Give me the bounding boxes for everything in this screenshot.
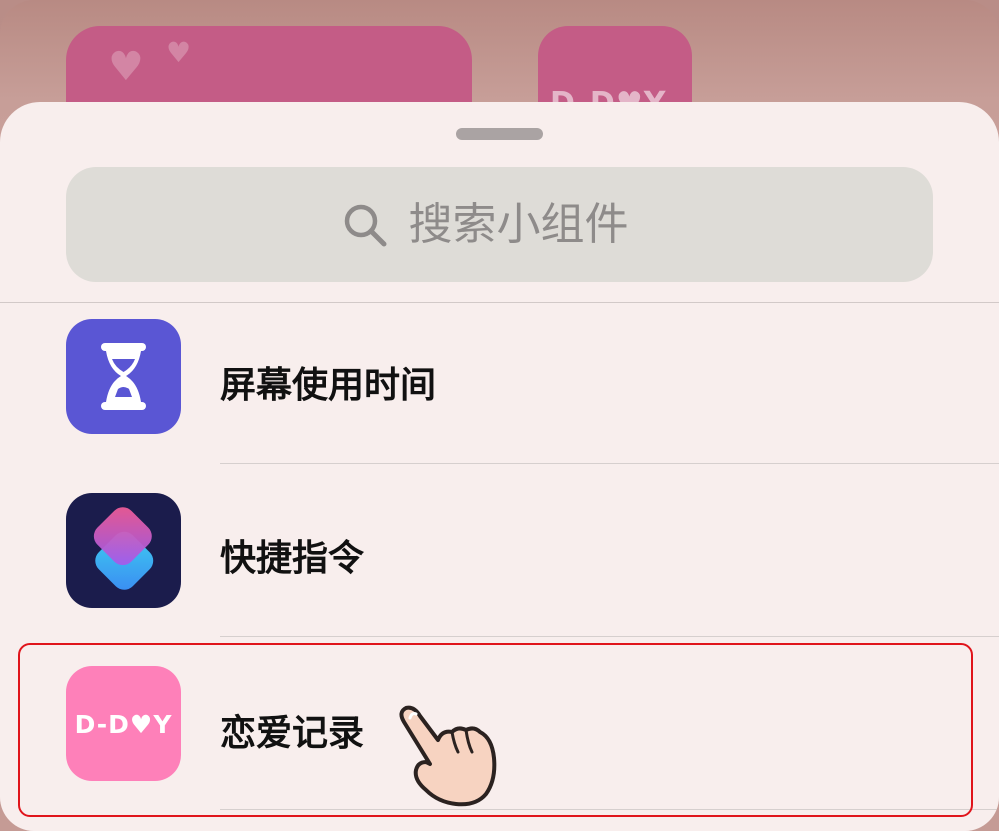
widget-row-screen-time[interactable]: 屏幕使用时间: [0, 304, 999, 476]
search-input[interactable]: [408, 199, 659, 250]
heart-decoration-icon: ♥: [166, 36, 192, 69]
sheet-grabber[interactable]: [456, 128, 543, 140]
shortcuts-icon: [66, 493, 181, 608]
search-bar[interactable]: [66, 167, 933, 282]
row-divider: [220, 636, 999, 637]
search-icon: [344, 204, 386, 246]
widget-name: 快捷指令: [220, 538, 365, 579]
divider: [0, 302, 999, 303]
screen: ♥ ♥ D-D♥Y 屏幕使用时间: [0, 0, 999, 831]
widget-row-shortcuts[interactable]: 快捷指令: [0, 477, 999, 649]
pointing-hand-icon: [399, 705, 497, 807]
row-divider: [220, 463, 999, 464]
heart-decoration-icon: ♥: [108, 44, 144, 90]
widget-name: 屏幕使用时间: [220, 365, 437, 406]
hourglass-icon: [66, 319, 181, 434]
